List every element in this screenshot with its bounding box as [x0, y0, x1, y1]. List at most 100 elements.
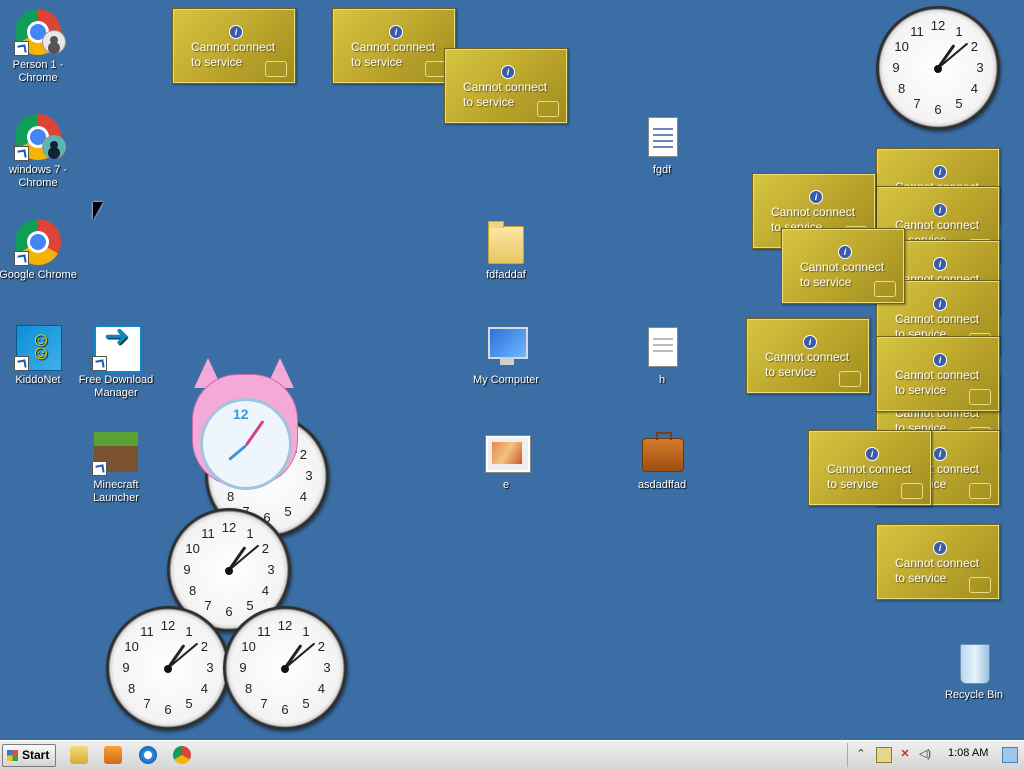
volume-icon[interactable]: ◁) [918, 747, 932, 761]
desktop-icon-label: Google Chrome [0, 269, 77, 281]
clock-number: 10 [124, 639, 139, 654]
weather-gadget[interactable]: iCannot connect to service [876, 524, 1000, 600]
desktop-icon-person1-chrome[interactable]: Person 1 - Chrome [0, 8, 78, 85]
clock-number: 4 [970, 81, 978, 96]
desktop-icon-windows7-chrome[interactable]: windows 7 - Chrome [0, 113, 78, 190]
desktop-icon-free-download-manager[interactable]: Free Download Manager [76, 323, 156, 400]
info-icon: i [803, 335, 817, 349]
clock-number: 7 [143, 696, 151, 712]
clock-number: 10 [241, 639, 256, 654]
info-icon: i [933, 353, 947, 367]
minecraft-icon [92, 428, 140, 476]
info-icon: i [389, 25, 403, 39]
clock-number: 9 [892, 60, 900, 75]
clock-hand [228, 444, 247, 461]
card-chip-icon [969, 483, 991, 499]
clock-gadget[interactable]: 121234567891011 [876, 6, 1000, 130]
desktop-icon-fgdf[interactable]: fgdf [622, 113, 702, 177]
clock-number: 1 [185, 623, 193, 639]
clock-number: 8 [128, 681, 136, 696]
clock-number: 3 [267, 562, 275, 577]
cat-clock-face: 12 [200, 398, 292, 490]
desktop-icon-fdfaddaf[interactable]: fdfaddaf [466, 218, 546, 282]
info-icon: i [933, 447, 947, 461]
show-hidden-icons-icon[interactable]: ⌃ [854, 747, 868, 761]
clock-number: 8 [898, 81, 906, 96]
desktop-icon-label: Free Download Manager [78, 374, 154, 399]
weather-gadget[interactable]: iCannot connect to service [876, 336, 1000, 412]
clock-number: 5 [284, 504, 292, 520]
desktop-icon-minecraft-launcher[interactable]: Minecraft Launcher [76, 428, 156, 505]
desktop-icon-recycle-bin[interactable]: Recycle Bin [934, 638, 1014, 702]
info-icon: i [933, 541, 947, 555]
show-desktop-icon[interactable] [1002, 747, 1018, 763]
desktop-icon-kiddonet[interactable]: KiddoNet [0, 323, 78, 387]
clock-hub [225, 567, 233, 575]
file-explorer-icon[interactable] [70, 746, 88, 764]
weather-gadget[interactable]: iCannot connect to service [781, 228, 905, 304]
info-icon: i [933, 203, 947, 217]
desktop-icon-label: fdfaddaf [486, 269, 526, 281]
windows-logo-icon [7, 750, 18, 761]
clock-number: 8 [189, 583, 197, 598]
desktop-icon-label: windows 7 - Chrome [8, 164, 68, 189]
clock-number: 6 [225, 604, 233, 619]
weather-gadget[interactable]: iCannot connect to service [808, 430, 932, 506]
clock-number: 5 [185, 696, 193, 712]
action-center-icon[interactable] [876, 747, 892, 763]
desktop-icon-my-computer[interactable]: My Computer [466, 323, 546, 387]
clock-number: 1 [302, 623, 310, 639]
clock-number: 6 [164, 702, 172, 717]
desktop-icon-h[interactable]: h [622, 323, 702, 387]
info-icon: i [865, 447, 879, 461]
card-chip-icon [969, 577, 991, 593]
card-chip-icon [969, 389, 991, 405]
info-icon: i [229, 25, 243, 39]
desktop-icon-label: h [658, 374, 666, 386]
recycle-bin-icon [950, 638, 998, 686]
start-button[interactable]: Start [2, 744, 56, 767]
clock-number: 9 [122, 660, 130, 675]
clock-number: 9 [239, 660, 247, 675]
clock-gadget[interactable]: 121234567891011 [106, 606, 230, 730]
info-icon: i [933, 297, 947, 311]
card-chip-icon [901, 483, 923, 499]
media-player-icon[interactable] [104, 746, 122, 764]
clock-number: 10 [894, 39, 909, 54]
clock-number: 1 [246, 525, 254, 541]
start-label: Start [22, 748, 50, 762]
clock-number: 7 [260, 696, 268, 712]
desktop-icon-label: Person 1 - Chrome [12, 59, 64, 84]
clock-number: 10 [185, 541, 200, 556]
info-icon: i [838, 245, 852, 259]
clock-number: 12 [277, 618, 293, 633]
weather-gadget[interactable]: iCannot connect to service [444, 48, 568, 124]
computer-icon [482, 323, 530, 371]
weather-gadget[interactable]: iCannot connect to service [172, 8, 296, 84]
clock-number: 8 [245, 681, 253, 696]
network-icon[interactable]: ✕ [898, 747, 912, 761]
chrome-icon [14, 113, 66, 161]
clock-number: 9 [183, 562, 191, 577]
clock-number: 6 [934, 102, 942, 117]
clock-hand [244, 420, 265, 447]
clock-time[interactable]: 1:08 AM [948, 747, 988, 759]
clock-number: 12 [930, 18, 946, 33]
system-tray: ⌃ ✕ ◁) 1:08 AM [847, 743, 1024, 767]
weather-gadget[interactable]: iCannot connect to service [746, 318, 870, 394]
desktop-icon-asdadffad[interactable]: asdadffad [622, 428, 702, 492]
clock-number: 4 [200, 681, 208, 696]
clock-number: 2 [970, 39, 978, 54]
folder-icon [482, 218, 530, 266]
clock-number: 5 [955, 96, 963, 112]
clock-number: 7 [204, 598, 212, 614]
chrome-icon[interactable] [173, 746, 191, 764]
desktop-icon-google-chrome[interactable]: Google Chrome [0, 218, 78, 282]
weather-gadget[interactable]: iCannot connect to service [332, 8, 456, 84]
desktop-icon-e[interactable]: e [466, 428, 546, 492]
card-chip-icon [874, 281, 896, 297]
internet-explorer-icon[interactable] [139, 746, 157, 764]
cat-clock-gadget[interactable]: 12 [186, 358, 302, 490]
clock-gadget[interactable]: 121234567891011 [223, 606, 347, 730]
clock-number: 12 [233, 406, 249, 422]
